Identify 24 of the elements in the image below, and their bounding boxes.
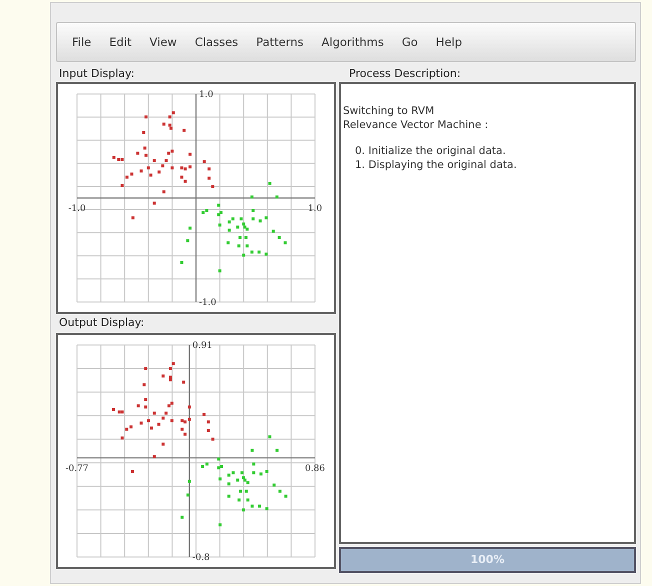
menu-item[interactable]: View: [140, 35, 186, 49]
description-line: Relevance Vector Machine :: [343, 118, 490, 132]
panel-label: Output Display:: [58, 315, 146, 331]
menu-item[interactable]: Help: [426, 35, 472, 49]
description-line: Switching to RVM: [343, 104, 436, 118]
progress-text: 100%: [470, 553, 506, 566]
tick-label: 0.91: [192, 341, 212, 351]
tick-label: -0.8: [192, 553, 210, 563]
tick-label: -1.0: [68, 204, 86, 214]
tick-label: -1.0: [199, 298, 216, 308]
menu-item[interactable]: Algorithms: [312, 35, 393, 49]
description-line: 0. Initialize the original data.: [354, 144, 507, 158]
menu-item[interactable]: File: [63, 35, 100, 49]
menu-item[interactable]: Go: [392, 35, 427, 49]
menu-item[interactable]: Classes: [186, 35, 248, 49]
menu-item[interactable]: Edit: [100, 35, 141, 49]
panel-label: Input Display:: [58, 66, 136, 82]
menu-item[interactable]: Patterns: [247, 35, 313, 49]
tick-label: 1.0: [199, 90, 214, 100]
description-line: 1. Displaying the original data.: [354, 158, 518, 172]
panel-label: Process Description:: [348, 66, 462, 82]
tick-label: -0.77: [65, 464, 89, 474]
tick-label: 1.0: [308, 204, 322, 214]
tick-label: 0.86: [304, 464, 326, 474]
